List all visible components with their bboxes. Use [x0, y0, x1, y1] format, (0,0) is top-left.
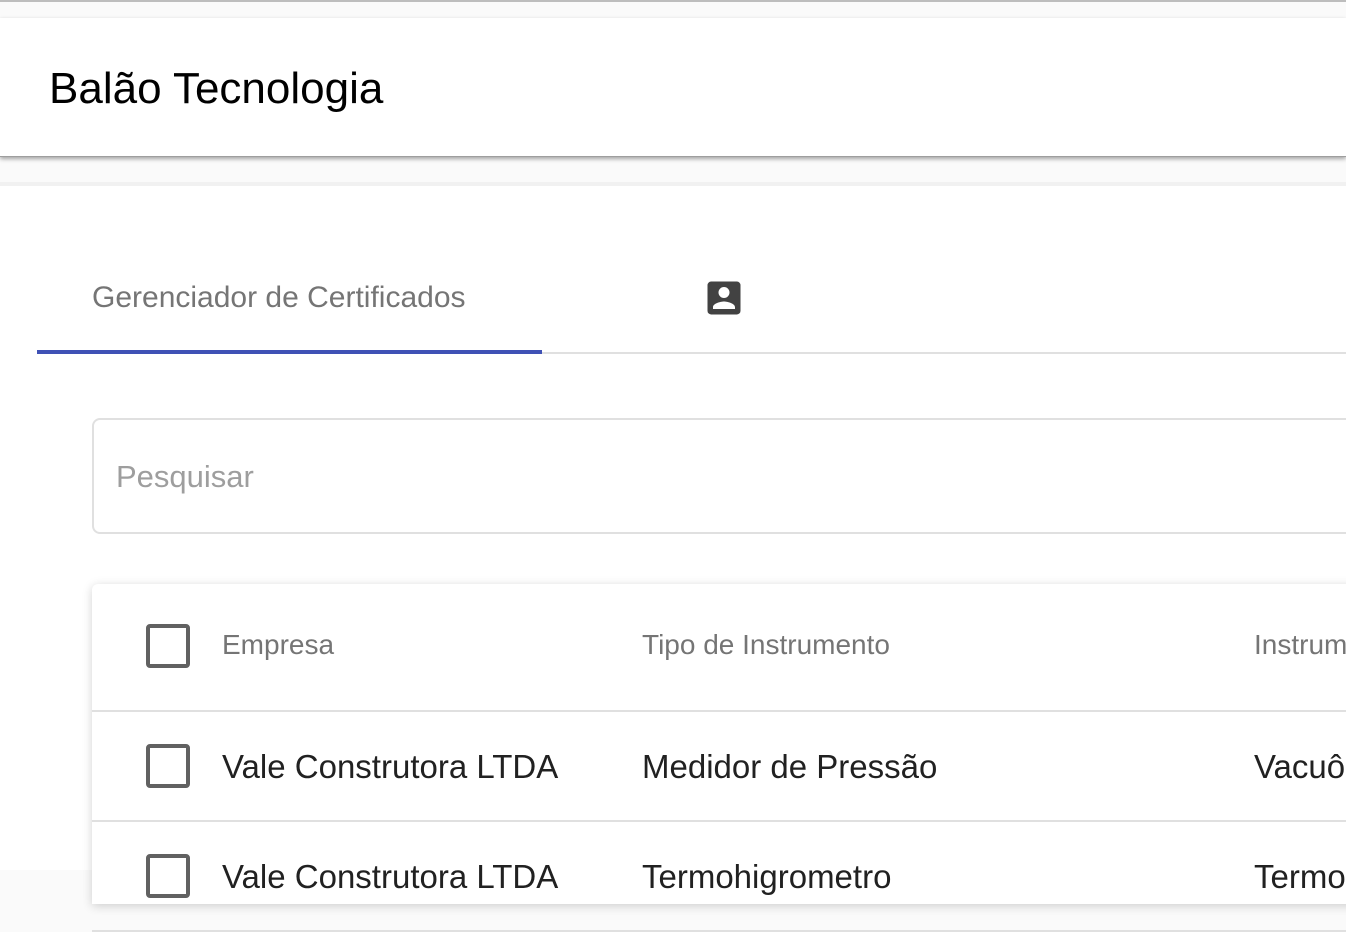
- column-header-empresa[interactable]: Empresa: [222, 628, 622, 662]
- window-top-edge: [0, 0, 1346, 18]
- row-checkbox[interactable]: [146, 854, 190, 898]
- app-bar: Balão Tecnologia: [0, 18, 1346, 157]
- table-header-row: Empresa Tipo de Instrumento Instrume: [92, 584, 1346, 712]
- tab-certificate-manager-label: Gerenciador de Certificados: [92, 281, 466, 314]
- select-all-checkbox[interactable]: [146, 624, 190, 668]
- app-title: Balão Tecnologia: [49, 64, 384, 113]
- column-header-instrumento[interactable]: Instrume: [1254, 628, 1346, 662]
- cell-tipo-instrumento: Medidor de Pressão: [642, 748, 938, 785]
- cell-empresa: Vale Construtora LTDA: [222, 858, 559, 895]
- cell-instrumento: Termoh: [1254, 858, 1346, 895]
- main-content: Gerenciador de Certificados Empresa Tipo…: [0, 182, 1346, 932]
- search-field[interactable]: [92, 418, 1346, 534]
- table-row[interactable]: Vale Construtora LTDA Termohigrometro Te…: [92, 822, 1346, 932]
- certificates-table: Empresa Tipo de Instrumento Instrume Val…: [92, 584, 1346, 932]
- tab-bar: Gerenciador de Certificados: [37, 272, 1346, 354]
- account-box-icon: [707, 281, 741, 315]
- search-input[interactable]: [116, 456, 1316, 498]
- table-row[interactable]: Vale Construtora LTDA Medidor de Pressão…: [92, 712, 1346, 822]
- tab-account[interactable]: [542, 272, 906, 352]
- column-header-tipo-instrumento[interactable]: Tipo de Instrumento: [642, 628, 1222, 662]
- tab-certificate-manager[interactable]: Gerenciador de Certificados: [37, 272, 542, 354]
- cell-instrumento: Vacuôn: [1254, 748, 1346, 785]
- cell-tipo-instrumento: Termohigrometro: [642, 858, 892, 895]
- active-tab-indicator: [37, 350, 542, 354]
- row-checkbox[interactable]: [146, 744, 190, 788]
- cell-empresa: Vale Construtora LTDA: [222, 748, 559, 785]
